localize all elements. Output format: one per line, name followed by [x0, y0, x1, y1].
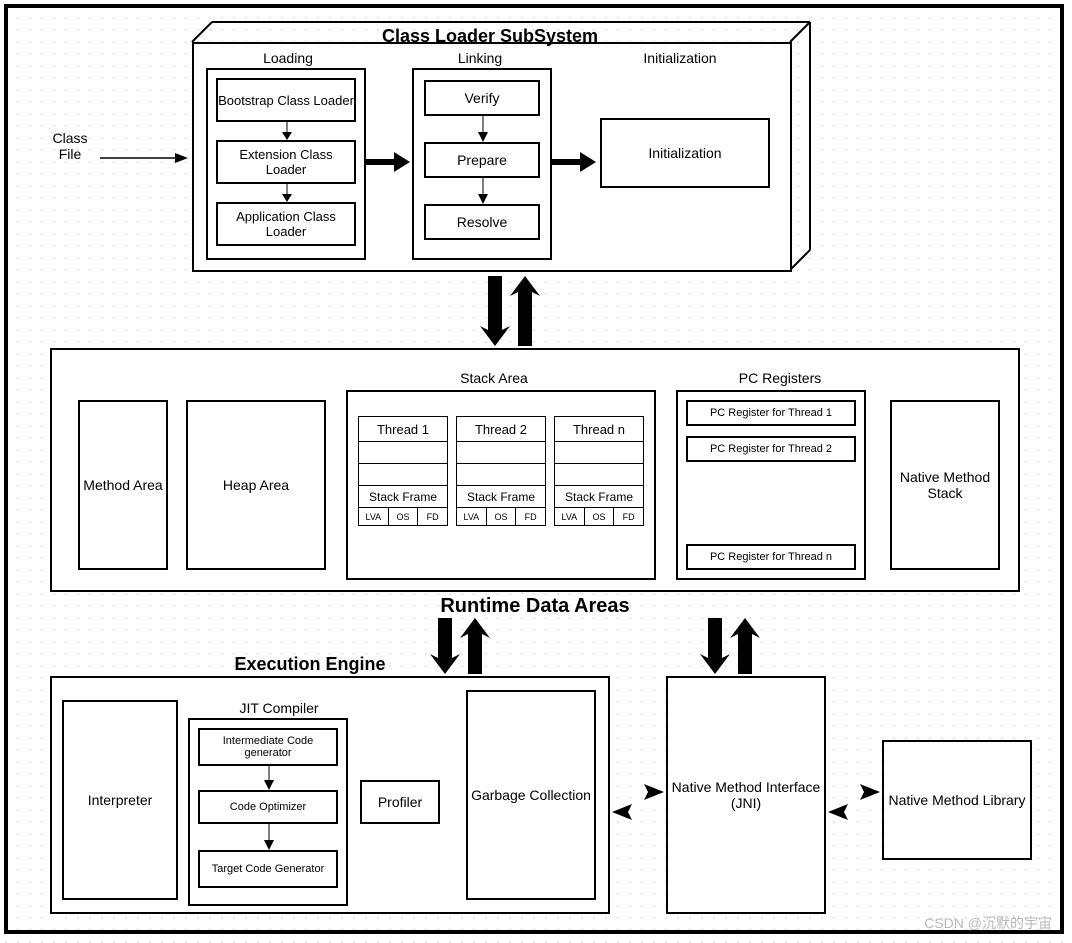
interpreter: Interpreter [62, 700, 178, 900]
linking-label: Linking [440, 50, 520, 66]
stack-area-label: Stack Area [444, 370, 544, 386]
native-method-stack: Native Method Stack [890, 400, 1000, 570]
native-method-library: Native Method Library [882, 740, 1032, 860]
runtime-title: Runtime Data Areas [400, 595, 670, 618]
class-file-label: Class File [40, 130, 100, 162]
garbage-collection: Garbage Collection [466, 690, 596, 900]
profiler: Profiler [360, 780, 440, 824]
jit-label: JIT Compiler [224, 700, 334, 716]
loading-label: Loading [248, 50, 328, 66]
pc-registers-label: PC Registers [720, 370, 840, 386]
pc-reg-2: PC Register for Thread 2 [686, 436, 856, 462]
jit-tcg: Target Code Generator [198, 850, 338, 888]
bootstrap-loader: Bootstrap Class Loader [216, 78, 356, 122]
prepare-box: Prepare [424, 142, 540, 178]
extension-loader: Extension Class Loader [216, 140, 356, 184]
application-loader: Application Class Loader [216, 202, 356, 246]
heap-area: Heap Area [186, 400, 326, 570]
method-area: Method Area [78, 400, 168, 570]
thread2-stack: Thread 2 Stack Frame LVAOSFD [456, 416, 546, 526]
init-box: Initialization [600, 118, 770, 188]
jni: Native Method Interface (JNI) [666, 676, 826, 914]
thread1-stack: Thread 1 Stack Frame LVAOSFD [358, 416, 448, 526]
pc-reg-1: PC Register for Thread 1 [686, 400, 856, 426]
watermark: CSDN @沉默的宇宙 [924, 913, 1052, 933]
init-label: Initialization [620, 50, 740, 66]
threadn-stack: Thread n Stack Frame LVAOSFD [554, 416, 644, 526]
exec-engine-title: Execution Engine [200, 654, 420, 675]
class-loader-title: Class Loader SubSystem [340, 26, 640, 47]
verify-box: Verify [424, 80, 540, 116]
jit-opt: Code Optimizer [198, 790, 338, 824]
resolve-box: Resolve [424, 204, 540, 240]
pc-reg-n: PC Register for Thread n [686, 544, 856, 570]
jit-icg: Intermediate Code generator [198, 728, 338, 766]
